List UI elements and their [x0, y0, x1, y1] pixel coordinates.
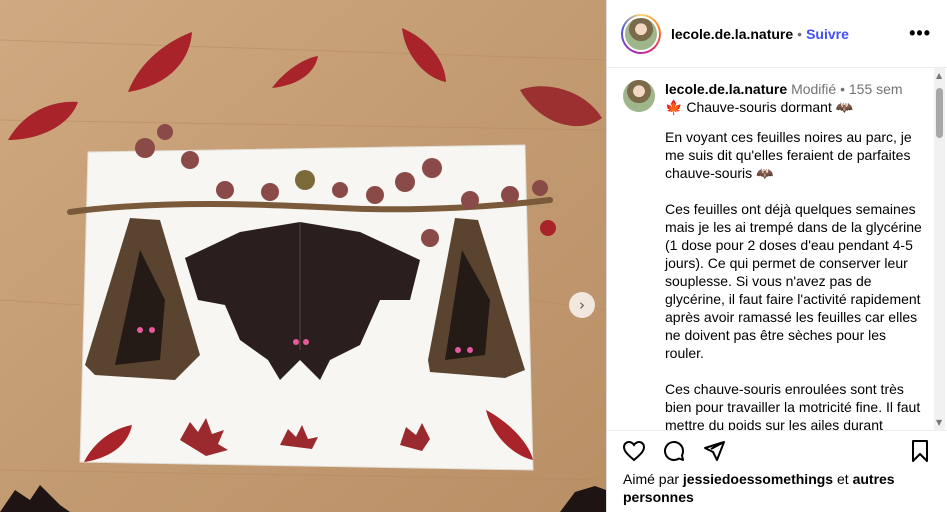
caption-body: En voyant ces feuilles noires au parc, j… [665, 128, 923, 430]
more-icon[interactable]: ••• [909, 23, 931, 44]
post-time[interactable]: 155 sem [849, 81, 903, 97]
bat-icon: 🦇 [756, 165, 774, 181]
caption-paragraph-1-text: En voyant ces feuilles noires au parc, j… [665, 129, 912, 181]
post-actions [607, 430, 947, 470]
likes-summary: Aimé par jessiedoessomethings et autres … [607, 470, 947, 512]
edited-label: Modifié [791, 81, 837, 97]
caption-title: Chauve-souris dormant [686, 99, 832, 115]
caption-username[interactable]: lecole.de.la.nature [665, 81, 787, 97]
bat-icon: 🦇 [835, 99, 854, 115]
comments-scrollbar[interactable]: ▲ ▼ [934, 68, 945, 430]
post-sidebar: lecole.de.la.nature • Suivre ••• lecole.… [606, 0, 947, 512]
caption-paragraph-2: Ces feuilles ont déjà quelques semaines … [665, 201, 922, 361]
post-dialog: › lecole.de.la.nature • Suivre ••• lecol… [0, 0, 947, 512]
caption-header: lecole.de.la.nature Modifié • 155 sem 🍁 … [623, 80, 923, 116]
bookmark-icon[interactable] [907, 438, 933, 464]
post-header: lecole.de.la.nature • Suivre ••• [607, 0, 947, 68]
craft-photo [0, 0, 606, 512]
heart-icon[interactable] [621, 438, 647, 464]
header-separator: • [797, 25, 803, 42]
likes-prefix: Aimé par [623, 471, 680, 487]
scroll-up-arrow-icon[interactable]: ▲ [936, 71, 942, 80]
liked-by-user[interactable]: jessiedoessomethings [683, 471, 833, 487]
chevron-right-icon: › [579, 296, 585, 314]
comments-area[interactable]: lecole.de.la.nature Modifié • 155 sem 🍁 … [607, 68, 947, 430]
likes-conjunction: et [836, 471, 849, 487]
avatar-image [623, 15, 659, 52]
scroll-down-arrow-icon[interactable]: ▼ [936, 418, 942, 427]
comment-icon[interactable] [661, 438, 687, 464]
maple-leaf-icon: 🍁 [665, 99, 683, 115]
follow-button[interactable]: Suivre [806, 26, 849, 42]
next-image-button[interactable]: › [569, 292, 595, 318]
author-username[interactable]: lecole.de.la.nature [671, 26, 793, 42]
caption-avatar[interactable] [623, 80, 655, 112]
caption-paragraph-1: En voyant ces feuilles noires au parc, j… [665, 128, 923, 182]
author-avatar[interactable] [621, 13, 661, 54]
caption-head-text: lecole.de.la.nature Modifié • 155 sem 🍁 … [665, 80, 903, 116]
post-image[interactable]: › [0, 0, 606, 512]
scrollbar-thumb[interactable] [936, 88, 943, 138]
share-icon[interactable] [701, 438, 727, 464]
caption-separator: • [840, 81, 845, 97]
caption-paragraph-3: Ces chauve-souris enroulées sont très bi… [665, 381, 921, 430]
